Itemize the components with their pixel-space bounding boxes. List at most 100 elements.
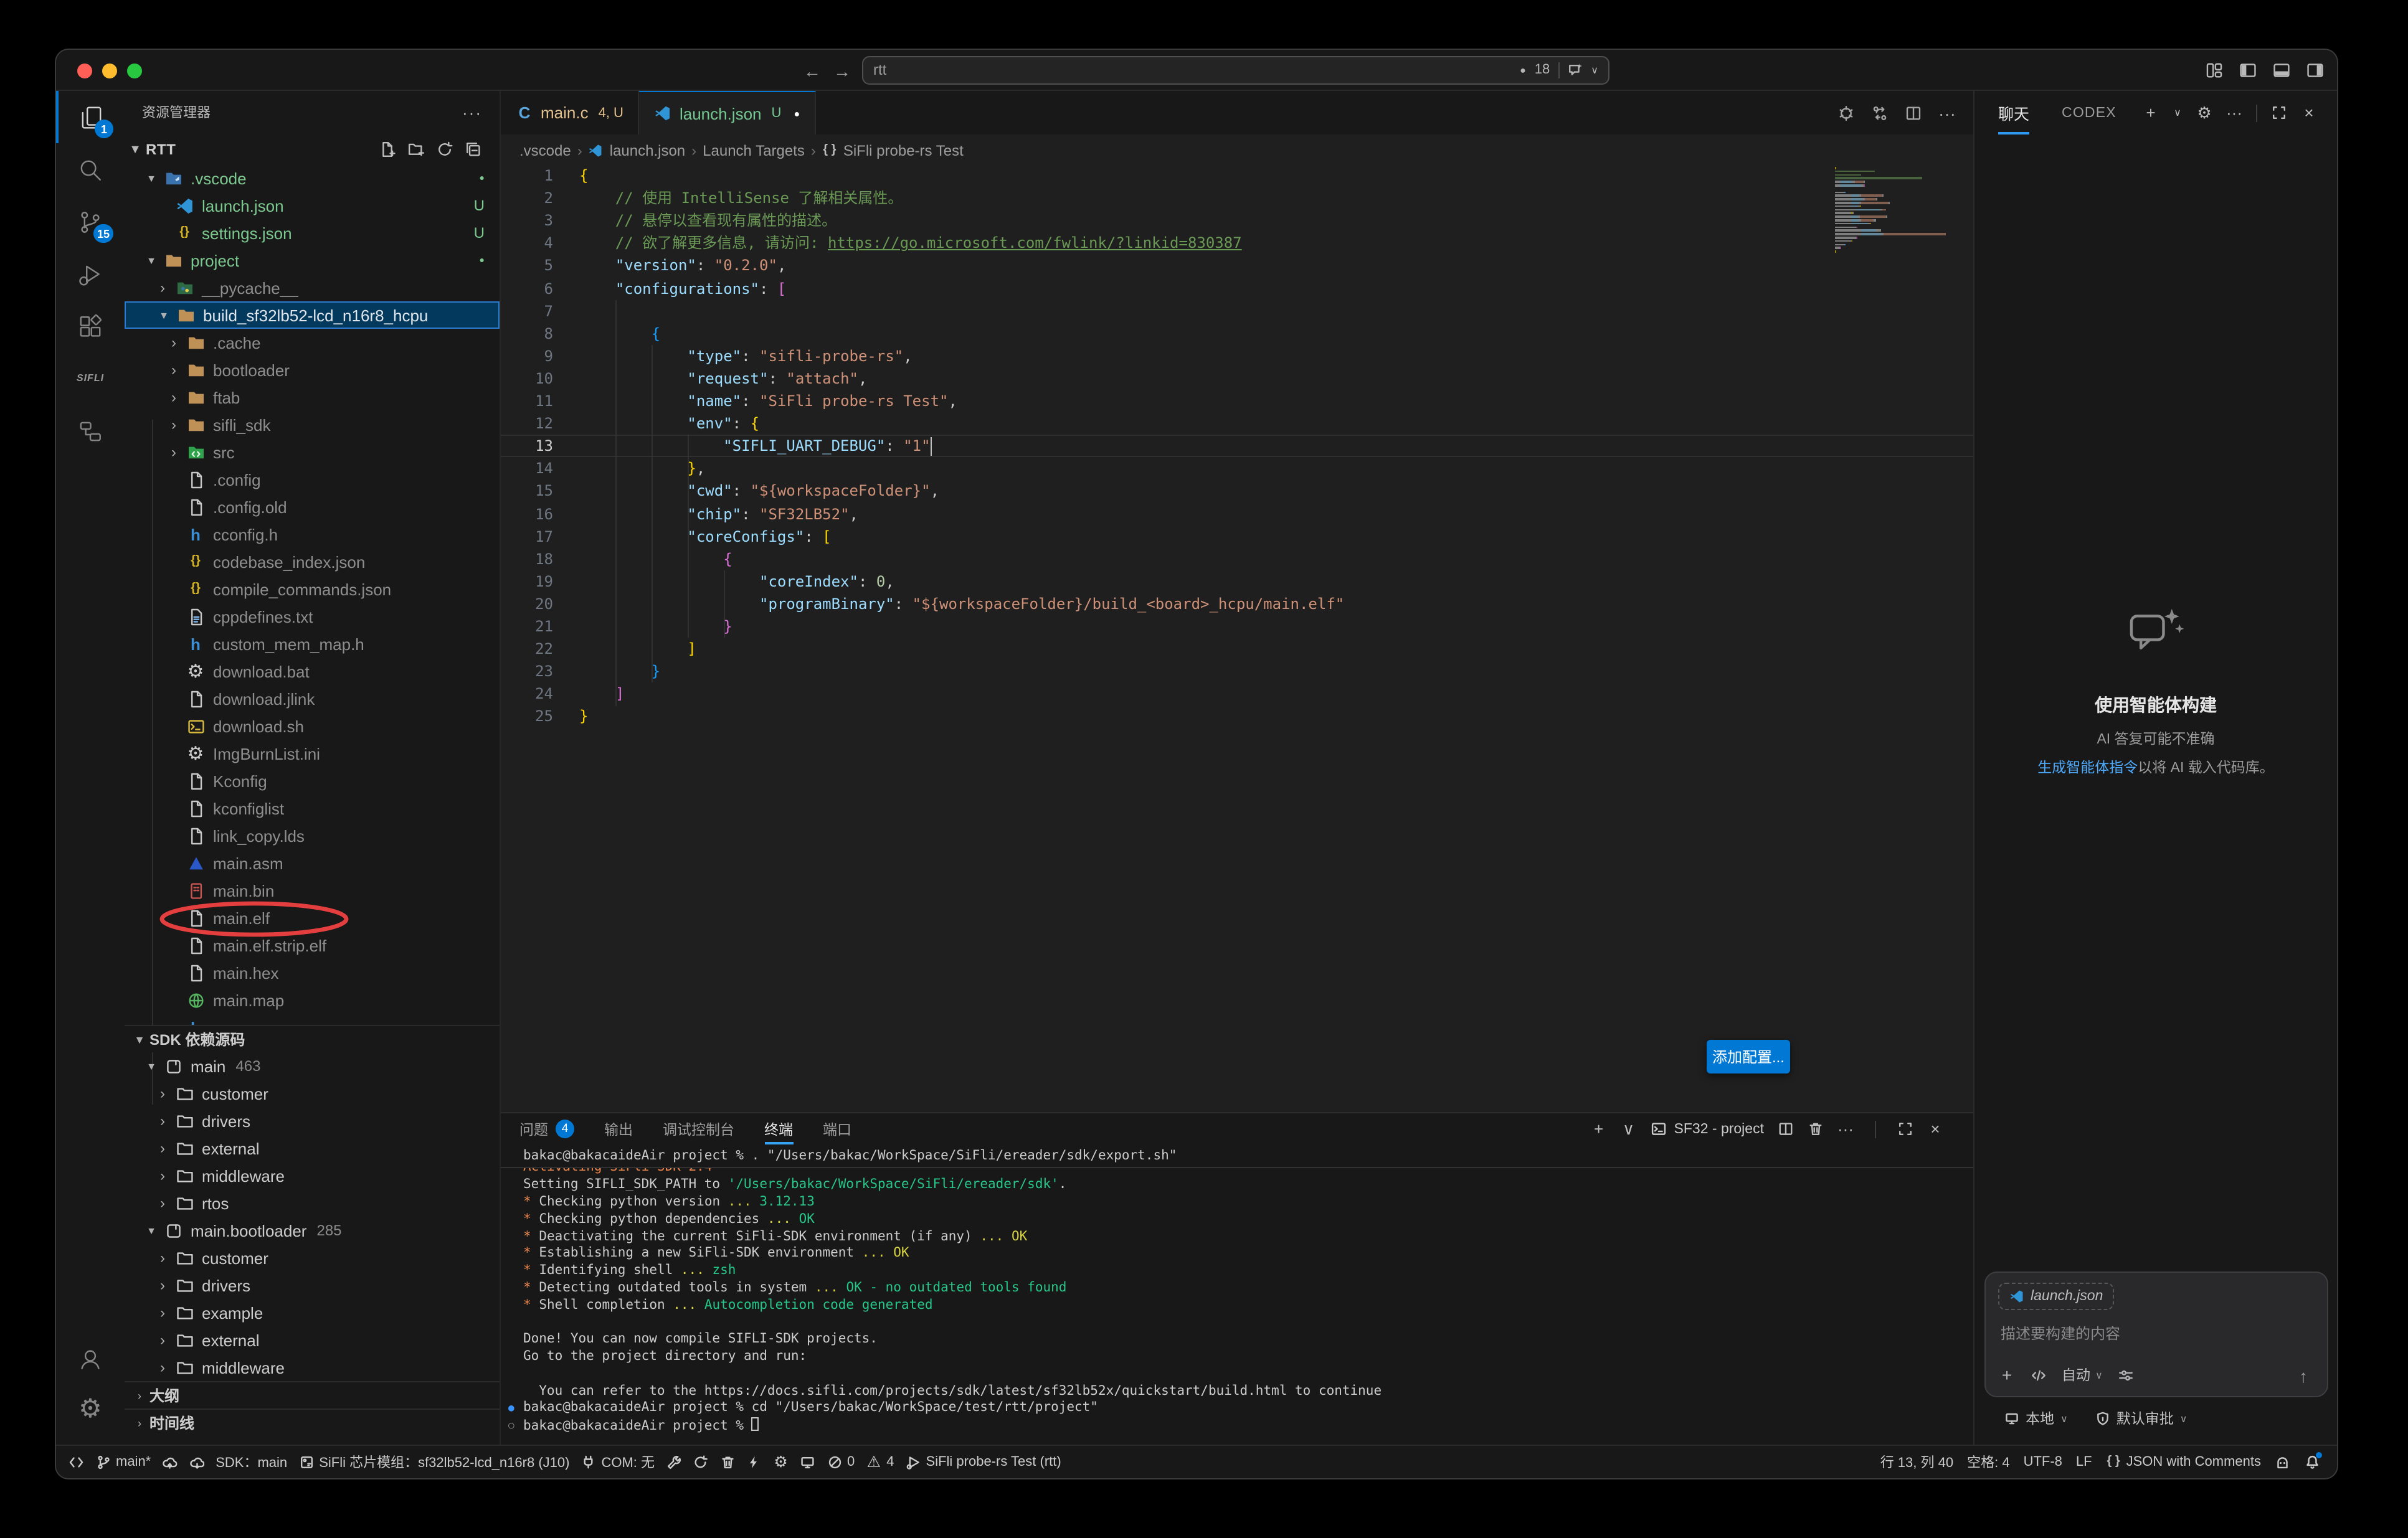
- tree-item-Kconfig[interactable]: Kconfig: [125, 767, 500, 795]
- tree-item-download.sh[interactable]: download.sh: [125, 712, 500, 740]
- chevron-right-icon[interactable]: ›: [163, 443, 184, 461]
- chevron-down-icon[interactable]: ▼: [153, 309, 174, 321]
- tree-item-custom_mem_map.h[interactable]: hcustom_mem_map.h: [125, 630, 500, 658]
- status-item-warnings[interactable]: ⚠4: [866, 1455, 894, 1470]
- more-icon[interactable]: ···: [2226, 105, 2242, 121]
- project-section-header[interactable]: ▼ RTT: [125, 136, 500, 163]
- activity-item-run-debug[interactable]: [56, 248, 125, 300]
- more-actions-icon[interactable]: ···: [462, 103, 482, 121]
- status-item-wrench[interactable]: [666, 1455, 681, 1470]
- forward-icon[interactable]: →: [833, 62, 851, 79]
- status-item-errors[interactable]: 0: [827, 1455, 855, 1470]
- status-item-monitor[interactable]: [800, 1455, 815, 1470]
- activity-item-extensions[interactable]: [56, 300, 125, 352]
- maximize-window-button[interactable]: [127, 63, 142, 78]
- tree-item-.cache[interactable]: ›.cache: [125, 329, 500, 356]
- chevron-right-icon[interactable]: ›: [152, 1085, 173, 1102]
- status-item-sync[interactable]: [693, 1455, 708, 1470]
- chevron-right-icon[interactable]: ›: [152, 1249, 173, 1267]
- plus-icon[interactable]: +: [2143, 105, 2159, 121]
- layout-right-icon[interactable]: [2306, 61, 2325, 80]
- close-window-button[interactable]: [77, 63, 92, 78]
- add-context-icon[interactable]: +: [1998, 1366, 2016, 1384]
- tree-item-download.jlink[interactable]: download.jlink: [125, 685, 500, 712]
- code-editor[interactable]: 1{2 // 使用 IntelliSense 了解相关属性。3 // 悬停以查看…: [501, 162, 1973, 1112]
- split-editor-icon[interactable]: [1905, 104, 1922, 121]
- chevron-down-icon[interactable]: ▼: [141, 1225, 162, 1236]
- layout-bottom-icon[interactable]: [2272, 61, 2291, 80]
- chatgpt-icon[interactable]: [1837, 104, 1855, 121]
- frame-icon[interactable]: [2271, 105, 2287, 121]
- context-chip[interactable]: launch.json: [1998, 1283, 2114, 1310]
- tree-item-cppdefines.txt[interactable]: cppdefines.txt: [125, 603, 500, 630]
- status-item-cloud-upload[interactable]: [162, 1455, 178, 1470]
- activity-item-sifli[interactable]: SIFLI: [56, 352, 125, 405]
- chevron-right-icon[interactable]: ›: [152, 1276, 173, 1294]
- status-item-debug-target[interactable]: SiFli probe-rs Test (rtt): [906, 1455, 1061, 1470]
- chevron-down-icon[interactable]: ▼: [141, 255, 162, 266]
- tree-item-drivers[interactable]: ›drivers: [125, 1271, 500, 1299]
- tree-item-link_copy.lds[interactable]: link_copy.lds: [125, 822, 500, 849]
- tree-item-drivers[interactable]: ›drivers: [125, 1107, 500, 1135]
- tree-item-cconfig.h[interactable]: hcconfig.h: [125, 521, 500, 548]
- activity-item-settings[interactable]: ⚙: [56, 1382, 125, 1435]
- close-icon[interactable]: ×: [2301, 105, 2317, 121]
- chevron-right-icon[interactable]: ›: [163, 416, 184, 433]
- chevron-right-icon[interactable]: ›: [152, 1359, 173, 1376]
- status-item-com-port[interactable]: COM: 无: [581, 1452, 655, 1472]
- editor-tab-launch.json[interactable]: launch.jsonU●: [640, 91, 816, 134]
- tree-item-main.hex[interactable]: main.hex: [125, 959, 500, 986]
- status-item-eol[interactable]: LF: [2076, 1455, 2092, 1470]
- tree-item-kconfiglist[interactable]: kconfiglist: [125, 795, 500, 822]
- chevron-right-icon[interactable]: ›: [163, 334, 184, 351]
- environment-selector[interactable]: 本地∨: [2004, 1408, 2068, 1428]
- activity-item-source-control[interactable]: 15: [56, 196, 125, 248]
- command-center[interactable]: rtt ● 18 ∨: [862, 55, 1609, 84]
- new-file-icon[interactable]: [379, 141, 396, 158]
- tree-item-main.elf[interactable]: main.elf: [125, 904, 500, 932]
- send-icon[interactable]: ↑: [2295, 1367, 2312, 1385]
- status-item-cursor-position[interactable]: 行 13, 列 40: [1880, 1452, 1953, 1472]
- gear-icon[interactable]: ⚙: [2196, 105, 2212, 121]
- approval-selector[interactable]: 默认审批∨: [2095, 1408, 2188, 1428]
- status-item-lightning[interactable]: [746, 1455, 762, 1470]
- breadcrumb-item[interactable]: SiFli probe-rs Test: [843, 142, 964, 159]
- tree-item-main.elf.strip.elf[interactable]: main.elf.strip.elf: [125, 932, 500, 959]
- tree-item-rtos[interactable]: ›rtos: [125, 1189, 500, 1217]
- editor-tab-main.c[interactable]: Cmain.c4, U: [501, 91, 640, 134]
- status-item-trash[interactable]: [719, 1455, 735, 1470]
- layout-left-icon[interactable]: [2239, 61, 2257, 80]
- tree-item-ImgBurnList.ini[interactable]: ⚙ImgBurnList.ini: [125, 740, 500, 767]
- new-folder-icon[interactable]: [407, 141, 425, 158]
- shell-integration-filled-icon[interactable]: ●: [508, 1403, 514, 1414]
- chevron-right-icon[interactable]: ›: [152, 1167, 173, 1184]
- status-item-cloud-download[interactable]: [189, 1455, 204, 1470]
- status-item-notifications[interactable]: [2304, 1455, 2320, 1470]
- tree-item-compile_commands.json[interactable]: {}compile_commands.json: [125, 575, 500, 603]
- tree-item-main.bootloader[interactable]: ▼main.bootloader285: [125, 1217, 500, 1244]
- timeline-section-header[interactable]: › 时间线: [125, 1408, 500, 1436]
- tree-item-bootloader[interactable]: ›bootloader: [125, 356, 500, 384]
- chevron-down-icon[interactable]: ▼: [141, 172, 162, 184]
- outline-section-header[interactable]: › 大纲: [125, 1381, 500, 1408]
- tree-item-example[interactable]: ›example: [125, 1299, 500, 1326]
- chevron-right-icon[interactable]: ›: [152, 1139, 173, 1157]
- tree-item-src[interactable]: ›src: [125, 438, 500, 466]
- status-item-language-mode[interactable]: { }JSON with Comments: [2106, 1455, 2261, 1470]
- back-icon[interactable]: ←: [803, 62, 821, 79]
- breadcrumb-item[interactable]: Launch Targets: [703, 142, 805, 159]
- tree-item-middleware[interactable]: ›middleware: [125, 1354, 500, 1381]
- tree-item-ftab[interactable]: ›ftab: [125, 384, 500, 411]
- tree-item-main.map[interactable]: main.map: [125, 986, 500, 1014]
- status-item-indentation[interactable]: 空格: 4: [1967, 1452, 2009, 1472]
- code-tag-icon[interactable]: [2031, 1367, 2047, 1383]
- run-route-icon[interactable]: [1871, 104, 1889, 121]
- status-item-copilot[interactable]: [2275, 1455, 2290, 1470]
- more-icon[interactable]: ···: [1938, 104, 1956, 121]
- tree-item-external[interactable]: ›external: [125, 1326, 500, 1354]
- tree-item-.vscode[interactable]: ▼.vscode●: [125, 164, 500, 192]
- chevron-down-icon[interactable]: ▼: [141, 1060, 162, 1072]
- tree-item-main[interactable]: ▼main463: [125, 1052, 500, 1080]
- chat-input-box[interactable]: launch.json 描述要构建的内容 + 自动∨ ↑: [1984, 1271, 2328, 1397]
- layout-grid-icon[interactable]: [2205, 61, 2224, 80]
